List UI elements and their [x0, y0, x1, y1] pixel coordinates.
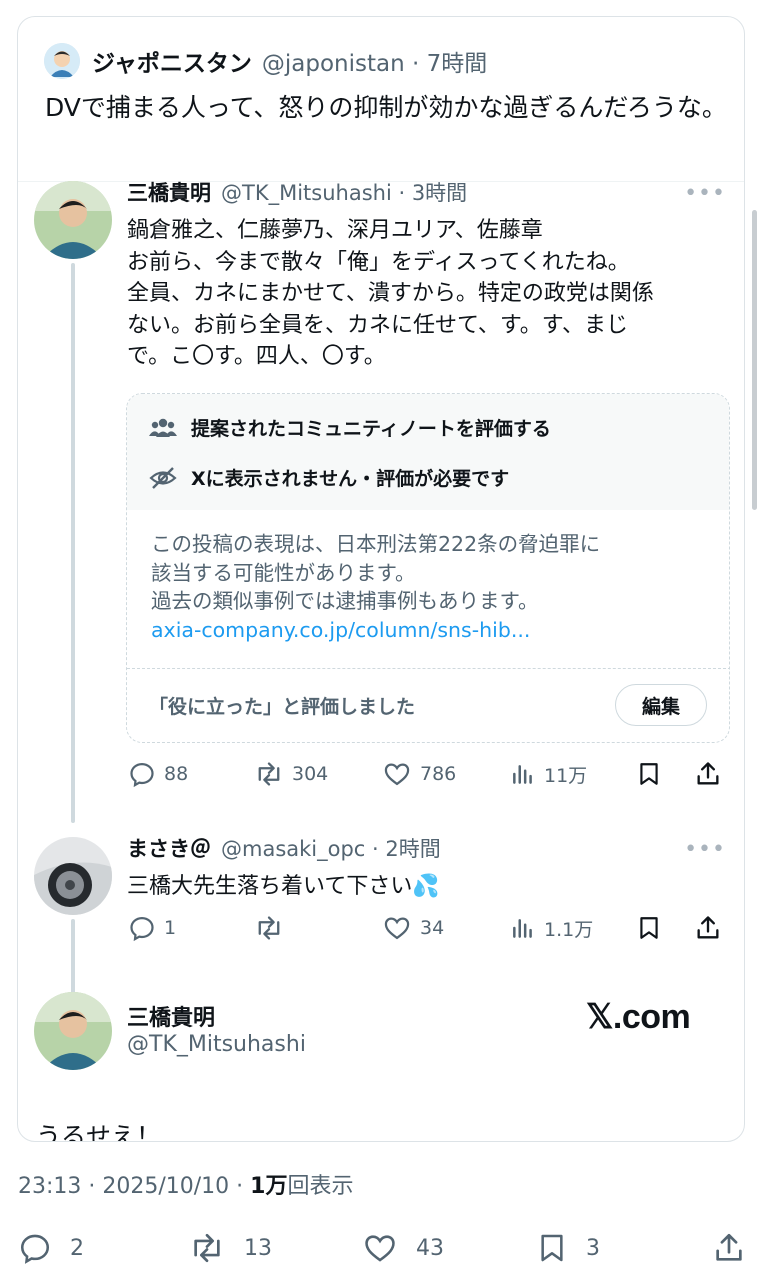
post2-author-name[interactable]: まさき＠	[127, 833, 211, 863]
views-label: 回表示	[287, 1174, 354, 1199]
views-count: 1万	[250, 1174, 288, 1199]
community-note: 提案されたコミュニティノートを評価する Xに表示されません・評価が必要です この…	[126, 393, 730, 743]
japonistan-avatar[interactable]	[44, 43, 80, 79]
post1-line: お前ら、今まで散々「俺」をディスってくれたね。	[127, 249, 630, 275]
like-count: 786	[420, 763, 457, 785]
bookmark-count: 3	[586, 1235, 600, 1261]
like-count: 43	[416, 1235, 444, 1261]
like-button[interactable]: 43	[362, 1228, 444, 1268]
quoted-author-name[interactable]: ジャポニスタン	[92, 44, 252, 78]
share-button[interactable]	[712, 1228, 762, 1268]
reply-icon	[130, 916, 154, 942]
like-button[interactable]: 786	[382, 759, 456, 789]
bookmark-button[interactable]: 3	[536, 1228, 600, 1268]
quoted-header: ジャポニスタン @japonistan · 7時間	[92, 43, 487, 79]
heart-icon	[384, 763, 410, 786]
like-button[interactable]: 34	[382, 913, 444, 943]
bookmark-button[interactable]	[636, 759, 670, 789]
masaki-avatar[interactable]	[34, 837, 112, 915]
repost-count: 13	[244, 1235, 272, 1261]
note-status: Xに表示されません・評価が必要です	[191, 468, 510, 490]
post1-line: 鍋倉雅之、仁藤夢乃、深月ユリア、佐藤章	[127, 218, 543, 243]
note-source-link[interactable]: axia-company.co.jp/column/sns-hib...	[151, 616, 711, 645]
post1-text: 鍋倉雅之、仁藤夢乃、深月ユリア、佐藤章 お前ら、今まで散々「俺」をディスってくれ…	[127, 215, 727, 373]
views-button[interactable]: 1.1万	[510, 913, 593, 943]
bookmark-icon	[640, 763, 658, 785]
views-icon	[513, 919, 532, 938]
post2-header: まさき＠ @masaki_opc · 2時間	[127, 833, 441, 863]
main-action-bar: 2 13 43 3	[0, 1228, 762, 1268]
view-count: 11万	[544, 764, 588, 787]
people-icon	[149, 418, 177, 437]
more-options-icon[interactable]: •••	[684, 181, 726, 206]
post1-header: 三橋貴明 @TK_Mitsuhashi · 3時間	[127, 177, 467, 207]
eye-off-icon	[149, 466, 177, 489]
repost-icon	[194, 1233, 220, 1263]
views-icon	[513, 765, 532, 784]
post2-text: 三橋大先生落ち着いて下さい💦	[127, 874, 440, 899]
post3-text: うるせえ！	[36, 1122, 162, 1142]
post1-line: で。こ〇す。四人、〇す。	[127, 344, 386, 369]
heart-icon	[365, 1235, 395, 1262]
reply-button[interactable]: 2	[18, 1228, 84, 1268]
note-body-line: 該当する可能性があります。	[151, 560, 416, 585]
quoted-author-meta[interactable]: @japonistan · 7時間	[262, 44, 487, 78]
post3-author-name[interactable]: 三橋貴明	[127, 1000, 215, 1032]
post2-actions: 1 34 1.1万	[128, 913, 728, 943]
repost-icon	[258, 916, 280, 940]
mitsuhashi-avatar[interactable]	[34, 181, 112, 259]
note-body: この投稿の表現は、日本刑法第222条の脅迫罪に 該当する可能性があります。 過去…	[151, 530, 711, 644]
note-title-row[interactable]: 提案されたコミュニティノートを評価する	[149, 414, 551, 441]
repost-icon	[258, 762, 280, 786]
repost-button[interactable]: 304	[254, 759, 328, 789]
like-count: 34	[420, 917, 445, 939]
reply-count: 2	[70, 1235, 84, 1261]
mitsuhashi-avatar[interactable]	[34, 992, 112, 1070]
share-button[interactable]	[694, 759, 730, 789]
note-body-line: この投稿の表現は、日本刑法第222条の脅迫罪に	[151, 532, 601, 556]
x-logo: 𝕏.com	[586, 998, 691, 1036]
reply-count: 1	[164, 917, 177, 939]
post1-line: 全員、カネにまかせて、潰すから。特定の政党は関係	[127, 281, 654, 306]
note-separator	[127, 668, 729, 669]
repost-count: 304	[292, 763, 329, 785]
bookmark-icon	[541, 1234, 563, 1262]
post1-author-meta[interactable]: @TK_Mitsuhashi · 3時間	[221, 177, 467, 207]
repost-button[interactable]: 13	[188, 1228, 272, 1268]
repost-button[interactable]	[254, 913, 292, 943]
views-button[interactable]: 11万	[510, 759, 587, 789]
share-button[interactable]	[694, 913, 730, 943]
post2-author-meta[interactable]: @masaki_opc · 2時間	[221, 833, 441, 863]
quoted-text: DVで捕まる人って、怒りの抑制が効かな過ぎるんだろうな。	[45, 93, 727, 122]
reply-count: 88	[164, 763, 189, 785]
post1-line: ない。お前ら全員を、カネに任せて、す。す、まじ	[127, 312, 628, 338]
community-note-header	[127, 394, 729, 510]
note-title: 提案されたコミュニティノートを評価する	[191, 418, 551, 440]
more-options-icon[interactable]: •••	[684, 837, 726, 862]
reply-icon	[20, 1234, 50, 1264]
reply-button[interactable]: 88	[128, 759, 188, 789]
share-icon	[697, 762, 719, 785]
post-timestamp: 23:13 · 2025/10/10 · 1万回表示	[18, 1168, 354, 1200]
tweet-card: ジャポニスタン @japonistan · 7時間 DVで捕まる人って、怒りの抑…	[17, 16, 745, 1142]
share-icon	[697, 916, 719, 939]
reply-icon	[130, 762, 154, 788]
scrollbar[interactable]	[752, 210, 757, 510]
post1-actions: 88 304 786 11万	[128, 759, 728, 789]
bookmark-button[interactable]	[636, 913, 670, 943]
post1-author-name[interactable]: 三橋貴明	[127, 177, 211, 207]
bookmark-icon	[640, 917, 658, 939]
view-count: 1.1万	[544, 918, 594, 941]
post3-author-handle[interactable]: @TK_Mitsuhashi	[127, 1032, 306, 1057]
thread-line	[71, 263, 75, 823]
note-status-row: Xに表示されません・評価が必要です	[149, 464, 509, 491]
timestamp-text[interactable]: 23:13 · 2025/10/10 ·	[18, 1174, 250, 1199]
note-body-line: 過去の類似事例では逮捕事例もあります。	[151, 589, 539, 613]
heart-icon	[384, 917, 410, 940]
share-icon	[716, 1233, 742, 1261]
edit-rating-button[interactable]: 編集	[615, 684, 707, 726]
reply-button[interactable]: 1	[128, 913, 176, 943]
note-rated-text: 「役に立った」と評価しました	[149, 696, 416, 718]
